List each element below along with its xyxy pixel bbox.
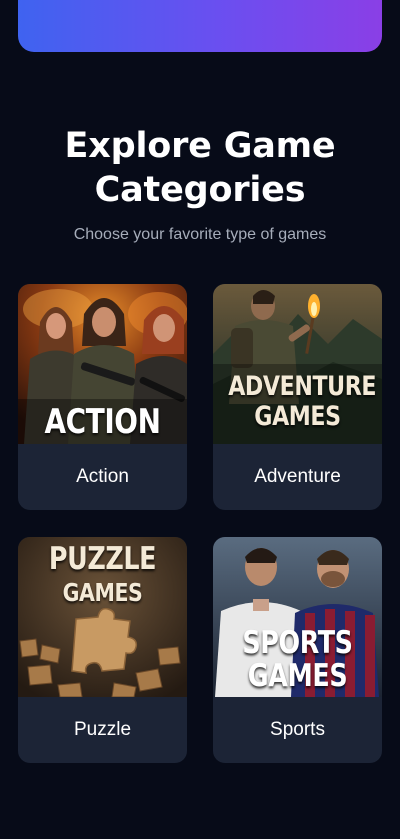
sports-art-title: SPORTS GAMES xyxy=(228,627,367,693)
category-card-puzzle[interactable]: PUZZLE GAMES Puzzle xyxy=(18,537,187,763)
header: Explore Game Categories Choose your favo… xyxy=(0,124,400,244)
category-card-action[interactable]: ACTION Action xyxy=(18,284,187,510)
page-subtitle: Choose your favorite type of games xyxy=(73,226,327,243)
page-title: Explore Game Categories xyxy=(0,124,400,212)
category-label-puzzle: Puzzle xyxy=(73,719,132,740)
adventure-art: ADVENTURE GAMES xyxy=(213,284,382,444)
sports-art: SPORTS GAMES xyxy=(213,537,382,697)
category-card-adventure[interactable]: ADVENTURE GAMES Adventure xyxy=(213,284,382,510)
adventure-art-title: ADVENTURE GAMES xyxy=(228,371,377,432)
sports-art-title-line2: GAMES xyxy=(247,658,348,694)
adventure-art-title-line1: ADVENTURE xyxy=(228,371,377,402)
action-art: ACTION xyxy=(18,284,187,444)
puzzle-art-title-line2: GAMES xyxy=(62,578,143,607)
puzzle-art-title: PUZZLE GAMES xyxy=(33,543,172,609)
sports-art-title-line1: SPORTS xyxy=(242,625,353,661)
puzzle-art: PUZZLE GAMES xyxy=(18,537,187,697)
page-title-text: Explore Game Categories xyxy=(64,126,336,210)
category-label-sports: Sports xyxy=(270,719,325,740)
hero-banner[interactable] xyxy=(18,0,382,52)
category-label-action: Action xyxy=(76,466,129,487)
category-label-adventure: Adventure xyxy=(254,466,341,487)
category-card-sports[interactable]: SPORTS GAMES Sports xyxy=(213,537,382,763)
puzzle-art-title-line1: PUZZLE xyxy=(48,541,157,577)
adventure-art-title-line2: GAMES xyxy=(254,401,341,432)
action-art-title: ACTION xyxy=(44,402,161,442)
